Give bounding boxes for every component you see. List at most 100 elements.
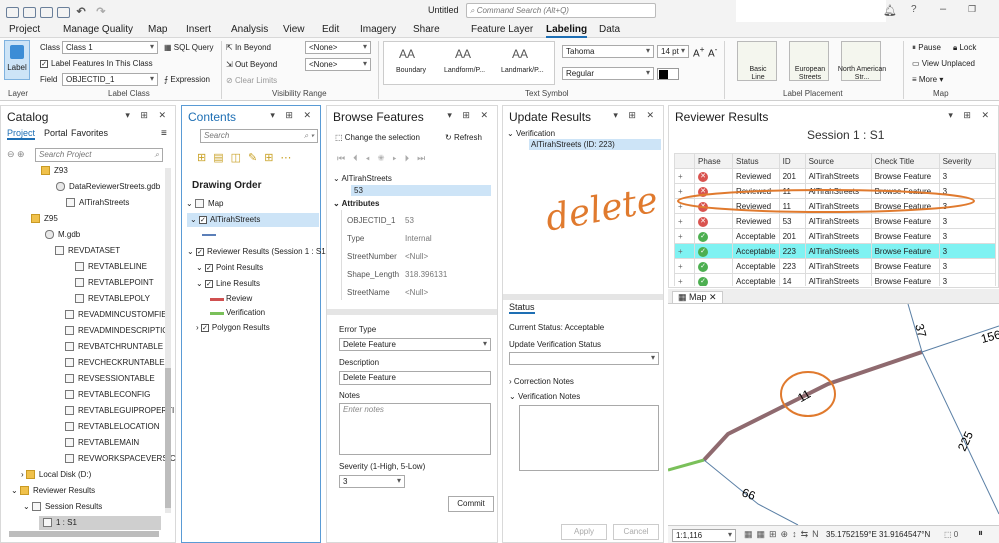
save-icon[interactable] bbox=[40, 7, 53, 19]
font-style-dropdown[interactable]: Regular bbox=[562, 67, 654, 80]
tree-gdb-m[interactable]: M.gdb bbox=[45, 230, 80, 240]
attr-value[interactable]: 318.396131 bbox=[405, 270, 447, 279]
tree-item-revtablelocation[interactable]: REVTABLELOCATION bbox=[65, 422, 160, 432]
label-button[interactable]: Label bbox=[4, 40, 30, 80]
table-row[interactable]: + ✓ Acceptable 223 AlTirahStreets Browse Feat… bbox=[674, 258, 996, 274]
tree-item-revbatchruntable[interactable]: REVBATCHRUNTABLE bbox=[65, 342, 163, 352]
contents-layer-altirahstreets[interactable]: ⌄ ✓ AlTirahStreets bbox=[187, 213, 319, 227]
splitter[interactable] bbox=[327, 309, 497, 315]
tree-item-revcheckruntable[interactable]: REVCHECKRUNTABLE bbox=[65, 358, 165, 368]
lock-button[interactable]: 🔒︎ Lock bbox=[953, 43, 976, 53]
table-row[interactable]: + ✓ Acceptable 201 AlTirahStreets Browse Feat… bbox=[674, 228, 996, 244]
new-project-icon[interactable] bbox=[6, 7, 19, 19]
help-icon[interactable]: ? bbox=[911, 4, 917, 15]
tree-item-revtableconfig[interactable]: REVTABLECONFIG bbox=[65, 390, 150, 400]
cancel-button[interactable]: Cancel bbox=[613, 524, 659, 540]
contents-search-input[interactable]: Search ⌕ ▾ bbox=[200, 129, 318, 143]
sql-query-button[interactable]: ▦ SQL Query bbox=[164, 43, 214, 52]
attr-value[interactable]: <Null> bbox=[405, 288, 428, 297]
tab-data[interactable]: Data bbox=[599, 24, 620, 35]
severity-dropdown[interactable]: 3 bbox=[339, 475, 405, 488]
verification-node[interactable]: ⌄ Verification bbox=[507, 129, 555, 138]
expand-icon[interactable]: + bbox=[678, 247, 683, 256]
tree-session-s1[interactable]: 1 : S1 bbox=[39, 516, 161, 530]
tab-edit[interactable]: Edit bbox=[322, 24, 339, 35]
tab-status[interactable]: Status bbox=[509, 302, 535, 314]
description-input[interactable]: Delete Feature bbox=[339, 371, 491, 385]
tab-imagery[interactable]: Imagery bbox=[360, 24, 396, 35]
tree-item-revadmindescription[interactable]: REVADMINDESCRIPTIO bbox=[65, 326, 169, 336]
out-beyond-dropdown[interactable]: <None> bbox=[305, 58, 371, 71]
tree-local-disk[interactable]: › Local Disk (D:) bbox=[21, 470, 91, 480]
tree-gdb-datareviewerstreets[interactable]: DataReviewerStreets.gdb bbox=[56, 182, 160, 192]
tab-catalog-project[interactable]: Project bbox=[7, 128, 36, 140]
column-id[interactable]: ID bbox=[778, 153, 806, 169]
tree-folder-z95[interactable]: Z95 bbox=[31, 214, 58, 224]
undo-icon[interactable]: ↶ bbox=[77, 6, 86, 18]
contents-toolbar[interactable]: ⊞▤◫✎⊞⋯ bbox=[197, 151, 298, 164]
table-row[interactable]: + ✓ Acceptable 223 AlTirahStreets Browse Feat… bbox=[674, 243, 996, 259]
change-selection-button[interactable]: ⬚ Change the selection bbox=[335, 133, 420, 142]
commit-button[interactable]: Commit bbox=[448, 496, 494, 512]
tree-item-revworkspaceversion[interactable]: REVWORKSPACEVERSIC bbox=[65, 454, 176, 464]
view-unplaced-button[interactable]: ▭ View Unplaced bbox=[912, 59, 975, 68]
tree-item-revsessiontable[interactable]: REVSESSIONTABLE bbox=[65, 374, 155, 384]
gallery-item-landform[interactable]: Landform/P... bbox=[444, 67, 485, 74]
contents-map[interactable]: ⌄ Map bbox=[186, 199, 224, 209]
splitter[interactable] bbox=[503, 294, 663, 300]
expand-icon[interactable]: + bbox=[678, 217, 683, 226]
minimize-icon[interactable]: – bbox=[940, 3, 946, 15]
tab-catalog-portal[interactable]: Portal bbox=[44, 128, 68, 138]
tree-item-revtableline[interactable]: REVTABLELINE bbox=[75, 262, 147, 272]
back-icon[interactable]: ⊖ ⊕ bbox=[7, 149, 25, 160]
tree-item-revadmincustomfield[interactable]: REVADMINCUSTOMFIEI bbox=[65, 310, 169, 320]
expand-icon[interactable]: + bbox=[678, 172, 683, 181]
contents-point-results[interactable]: ⌄ ✓ Point Results bbox=[196, 263, 263, 272]
out-beyond-button[interactable]: ⇲ Out Beyond bbox=[226, 60, 277, 69]
label-features-checkbox[interactable]: ✓ Label Features In This Class bbox=[40, 59, 153, 68]
redo-icon[interactable]: ↷ bbox=[96, 6, 105, 18]
notes-textarea[interactable]: Enter notes bbox=[339, 403, 491, 455]
catalog-search-input[interactable]: Search Project ⌕ bbox=[35, 148, 163, 162]
refresh-button[interactable]: ↻ Refresh bbox=[445, 133, 482, 142]
tab-feature-layer[interactable]: Feature Layer bbox=[471, 24, 533, 35]
more-button[interactable]: ≡ More ▾ bbox=[912, 75, 943, 84]
browse-layer[interactable]: ⌄ AlTirahStreets bbox=[333, 174, 392, 183]
verification-notes-textarea[interactable] bbox=[519, 405, 659, 471]
catalog-h-scrollbar[interactable] bbox=[9, 531, 159, 537]
scale-dropdown[interactable]: 1:1,116 bbox=[672, 529, 736, 542]
pane-controls[interactable]: ▾ ⊞ ✕ bbox=[270, 110, 315, 121]
font-size-dropdown[interactable]: 14 pt bbox=[657, 45, 689, 58]
increase-font-icon[interactable]: A+ bbox=[693, 44, 705, 59]
clear-limits-button[interactable]: ⊘ Clear Limits bbox=[226, 76, 277, 85]
gallery-item-landmark[interactable]: Landmark/P... bbox=[501, 67, 544, 74]
open-project-icon[interactable] bbox=[23, 7, 36, 19]
apply-button[interactable]: Apply bbox=[561, 524, 607, 540]
contents-polygon-results[interactable]: › ✓ Polygon Results bbox=[196, 323, 270, 332]
tree-dataset-revdataset[interactable]: REVDATASET bbox=[55, 246, 120, 256]
contents-line-results[interactable]: ⌄ ✓ Line Results bbox=[196, 279, 260, 288]
tab-project[interactable]: Project bbox=[9, 24, 40, 35]
open-folder-icon[interactable] bbox=[57, 7, 70, 19]
verification-status-dropdown[interactable] bbox=[509, 352, 659, 365]
table-row[interactable]: + ✓ Acceptable 14 AlTirahStreets Browse Featu… bbox=[674, 273, 996, 286]
error-type-dropdown[interactable]: Delete Feature bbox=[339, 338, 491, 351]
tab-map[interactable]: Map bbox=[148, 24, 167, 35]
map-view[interactable]: 37 156 11 225 66 bbox=[668, 304, 999, 525]
verification-item[interactable]: AlTirahStreets (ID: 223) bbox=[529, 139, 661, 150]
browse-feature-id[interactable]: 53 bbox=[351, 185, 491, 196]
map-tab[interactable]: ▦ Map ✕ bbox=[672, 291, 723, 304]
decrease-font-icon[interactable]: A- bbox=[708, 44, 717, 59]
in-beyond-button[interactable]: ⇱ In Beyond bbox=[226, 43, 271, 52]
pause-button[interactable]: ⏸ Pause bbox=[912, 43, 941, 53]
tree-item-revtablepoly[interactable]: REVTABLEPOLY bbox=[75, 294, 150, 304]
column-status[interactable]: Status bbox=[732, 153, 780, 169]
restore-icon[interactable]: ❐ bbox=[968, 4, 976, 15]
navigation-controls[interactable]: ⏮⏴◂✺▸⏵⏭ bbox=[337, 153, 433, 164]
font-dropdown[interactable]: Tahoma bbox=[562, 45, 654, 58]
tree-item-revtablepoint[interactable]: REVTABLEPOINT bbox=[75, 278, 154, 288]
tab-insert[interactable]: Insert bbox=[186, 24, 211, 35]
tree-featureclass-altirahstreets[interactable]: AlTirahStreets bbox=[66, 198, 129, 208]
gallery-item-boundary[interactable]: Boundary bbox=[396, 67, 426, 74]
tab-labeling[interactable]: Labeling bbox=[546, 24, 588, 38]
